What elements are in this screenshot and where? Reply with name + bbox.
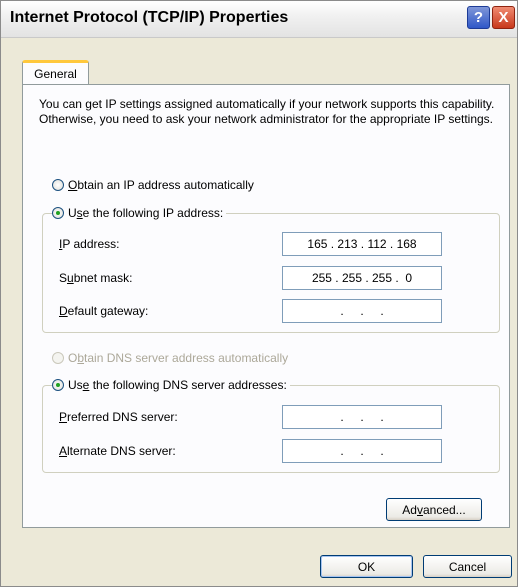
- cancel-button[interactable]: Cancel: [423, 555, 512, 578]
- help-icon: ?: [473, 9, 484, 26]
- dialog-window: Internet Protocol (TCP/IP) Properties ? …: [0, 0, 518, 587]
- cancel-button-label: Cancel: [448, 559, 487, 574]
- radio-circle-icon: [52, 352, 64, 364]
- ok-button-label: OK: [357, 559, 376, 574]
- alternate-dns-label: Alternate DNS server:: [59, 444, 176, 458]
- alternate-dns-input[interactable]: . . .: [282, 439, 442, 463]
- tab-general-label: General: [34, 67, 77, 81]
- ok-button[interactable]: OK: [320, 555, 413, 578]
- ip-address-label: IP address:: [59, 237, 120, 251]
- close-button[interactable]: X: [492, 6, 515, 29]
- subnet-mask-label: Subnet mask:: [59, 271, 133, 285]
- radio-obtain-ip-auto-label: Obtain an IP address automatically: [68, 178, 254, 192]
- radio-circle-icon: [52, 179, 64, 191]
- radio-checked-icon: [52, 379, 64, 391]
- radio-use-following-ip[interactable]: Use the following IP address:: [52, 206, 227, 220]
- radio-use-following-dns-label: Use the following DNS server addresses:: [68, 378, 287, 392]
- radio-use-following-ip-label: Use the following IP address:: [68, 206, 224, 220]
- title-bar[interactable]: Internet Protocol (TCP/IP) Properties ? …: [1, 1, 517, 38]
- radio-obtain-dns-auto-label: Obtain DNS server address automatically: [68, 351, 289, 365]
- radio-checked-icon: [52, 207, 64, 219]
- ip-address-input[interactable]: 165 . 213 . 112 . 168: [282, 232, 442, 256]
- close-icon: X: [498, 9, 509, 26]
- default-gateway-input[interactable]: . . .: [282, 299, 442, 323]
- tab-general[interactable]: General: [22, 60, 89, 85]
- advanced-button[interactable]: Advanced...: [386, 498, 482, 521]
- subnet-mask-input[interactable]: 255 . 255 . 255 . 0: [282, 266, 442, 290]
- preferred-dns-input[interactable]: . . .: [282, 405, 442, 429]
- help-button[interactable]: ?: [467, 6, 490, 29]
- radio-obtain-dns-auto[interactable]: Obtain DNS server address automatically: [52, 351, 288, 365]
- window-title: Internet Protocol (TCP/IP) Properties: [10, 9, 289, 26]
- radio-use-following-dns[interactable]: Use the following DNS server addresses:: [52, 378, 290, 392]
- preferred-dns-label: Preferred DNS server:: [59, 410, 178, 424]
- advanced-button-label: Advanced...: [402, 502, 466, 517]
- description-text: You can get IP settings assigned automat…: [39, 97, 495, 126]
- default-gateway-label: Default gateway:: [59, 304, 149, 318]
- radio-obtain-ip-auto[interactable]: Obtain an IP address automatically: [52, 178, 254, 192]
